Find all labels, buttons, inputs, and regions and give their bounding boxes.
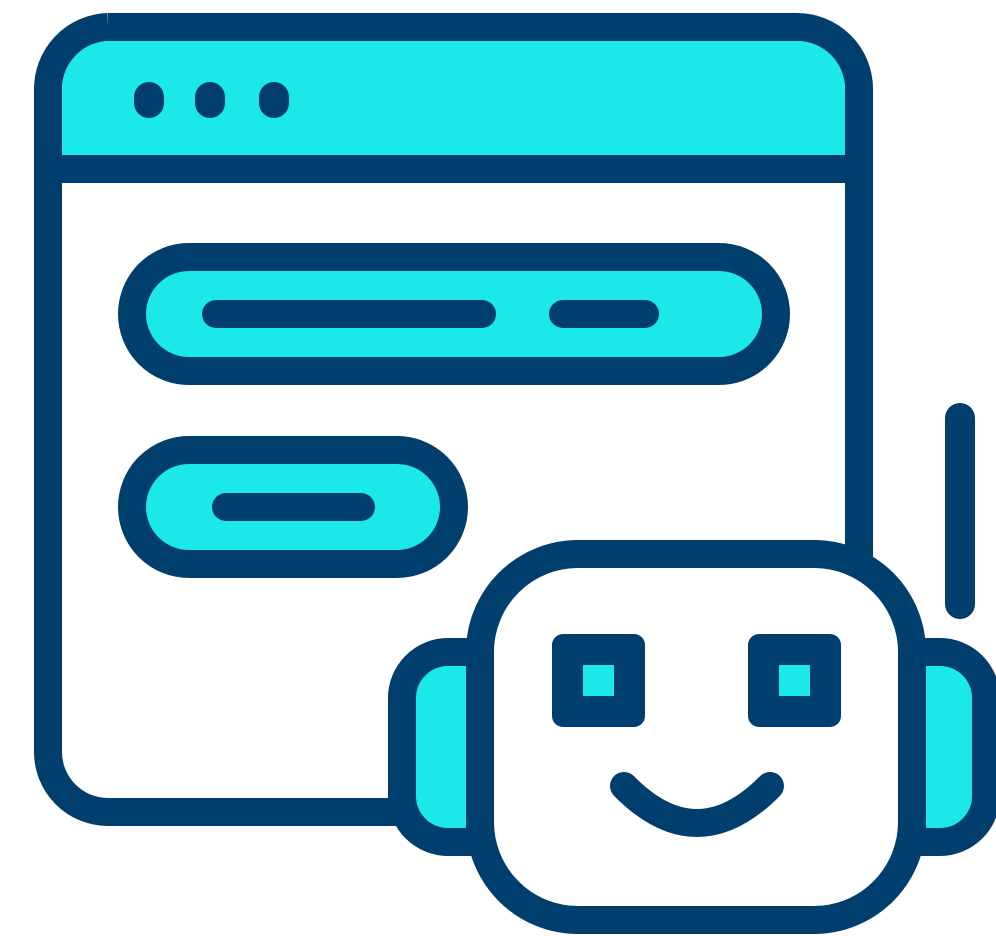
chatbot-illustration: [34, 13, 996, 934]
window-dot: [195, 82, 225, 118]
robot-head-icon: [388, 403, 996, 934]
window-title-bar: [61, 41, 845, 156]
chat-bubble: [118, 436, 468, 578]
robot-eye-right: [748, 634, 841, 727]
robot-face: [466, 540, 926, 934]
window-dot: [134, 82, 164, 118]
window-controls: [134, 82, 289, 118]
robot-eye-left: [552, 634, 645, 727]
chat-bubble: [118, 243, 790, 385]
window-dot: [259, 82, 289, 118]
